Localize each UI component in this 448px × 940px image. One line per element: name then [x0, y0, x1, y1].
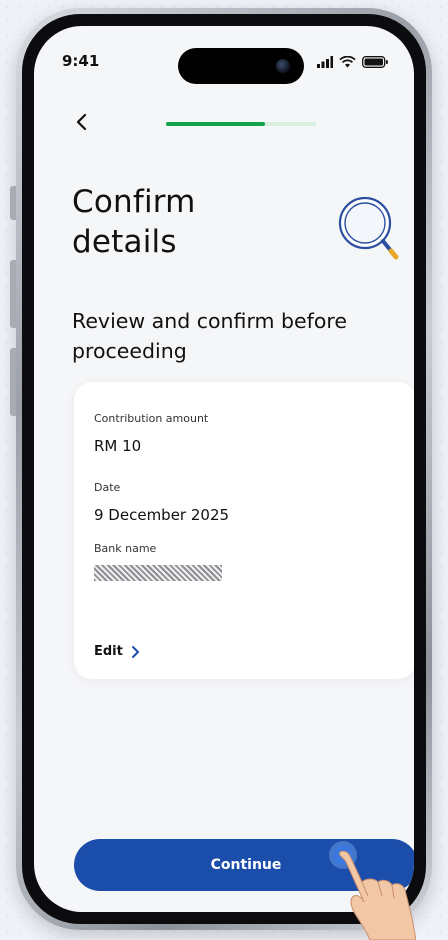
phone-bezel: 9:41 Confirm details Review and confirm …	[22, 14, 426, 924]
battery-icon	[362, 56, 388, 68]
contribution-amount-label: Contribution amount	[94, 412, 209, 425]
edit-button[interactable]: Edit	[94, 644, 141, 659]
dynamic-island	[178, 48, 304, 84]
status-icons	[317, 56, 388, 68]
camera-lens	[276, 59, 290, 73]
chevron-right-icon	[131, 645, 139, 658]
signal-icon	[317, 56, 333, 68]
page-title: Confirm details	[72, 184, 196, 260]
side-button-silent	[10, 186, 16, 220]
bank-name-label: Bank name	[94, 542, 157, 555]
back-chevron-icon	[76, 113, 87, 131]
phone-frame: 9:41 Confirm details Review and confirm …	[10, 8, 432, 930]
status-time: 9:41	[62, 52, 100, 70]
date-label: Date	[94, 481, 121, 494]
edit-label: Edit	[94, 644, 123, 659]
wifi-icon	[339, 56, 356, 68]
progress-fill	[166, 122, 265, 126]
back-button[interactable]	[68, 108, 96, 136]
side-button-volume-up	[10, 260, 16, 328]
date-value: 9 December 2025	[94, 506, 230, 524]
side-button-volume-down	[10, 348, 16, 416]
app-screen: 9:41 Confirm details Review and confirm …	[34, 26, 414, 912]
pointing-hand-icon	[339, 850, 416, 940]
progress-track	[166, 122, 316, 126]
details-card: Contribution amount RM 10 Date 9 Decembe…	[74, 382, 414, 679]
contribution-amount-value: RM 10	[94, 437, 142, 455]
search-magnifier-icon	[338, 196, 399, 260]
page-subtitle: Review and confirm before proceeding	[72, 309, 347, 363]
bank-name-redacted	[94, 565, 222, 581]
